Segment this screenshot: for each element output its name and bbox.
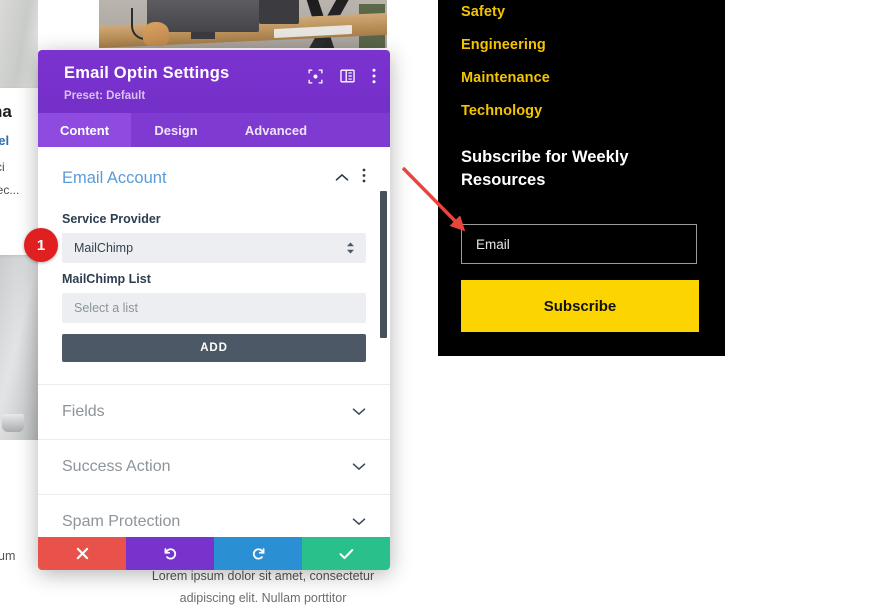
chevron-down-icon[interactable] — [352, 403, 366, 421]
section-fields[interactable]: Fields — [38, 384, 390, 439]
background-card-text-1: rci — [0, 160, 5, 174]
section-success-action-title: Success Action — [62, 458, 171, 475]
section-fields-title: Fields — [62, 403, 105, 420]
modal-body: Email Account Service Provider MailChimp… — [38, 147, 390, 570]
panel-scrollbar[interactable] — [380, 191, 387, 338]
menu-item-engineering[interactable]: Engineering — [461, 29, 701, 62]
modal-header: Email Optin Settings Preset: Default — [38, 50, 390, 113]
background-desk-photo — [99, 0, 387, 48]
modal-action-bar — [38, 537, 390, 570]
menu-item-technology[interactable]: Technology — [461, 95, 701, 128]
section-email-account-header[interactable]: Email Account — [62, 147, 366, 203]
select-stepper-icon — [346, 242, 355, 254]
subscribe-button[interactable]: Subscribe — [461, 280, 699, 332]
service-provider-select[interactable]: MailChimp — [62, 233, 366, 263]
section-email-account: Email Account Service Provider MailChimp… — [38, 147, 390, 362]
chevron-down-icon[interactable] — [352, 513, 366, 531]
email-optin-settings-modal: Email Optin Settings Preset: Default Con… — [38, 50, 390, 570]
tab-content[interactable]: Content — [38, 113, 131, 147]
mailchimp-list-label: MailChimp List — [62, 272, 151, 286]
mailchimp-list-input[interactable] — [62, 293, 366, 323]
tab-design[interactable]: Design — [131, 113, 221, 147]
section-title: Email Account — [62, 168, 167, 187]
modal-preset-selector[interactable]: Preset: Default — [64, 90, 145, 102]
lorem-line-2: adipiscing elit. Nullam porttitor — [179, 590, 347, 605]
service-provider-label: Service Provider — [62, 212, 161, 226]
background-card-text-2: nec... — [0, 183, 20, 197]
background-photo-left-bottom — [0, 255, 40, 440]
modal-tabs: Content Design Advanced — [38, 113, 390, 147]
step-badge-1: 1 — [24, 228, 58, 262]
widget-heading: Subscribe for Weekly Resources — [461, 148, 629, 189]
save-button[interactable] — [302, 537, 390, 570]
background-lorem-text: Lorem ipsum dolor sit amet, consectetur … — [113, 566, 413, 610]
cancel-button[interactable] — [38, 537, 126, 570]
background-card-heading: na — [0, 102, 12, 121]
menu-item-safety[interactable]: Safety — [461, 0, 701, 29]
background-card-link[interactable]: vel — [0, 133, 9, 148]
split-view-icon[interactable] — [340, 69, 355, 83]
add-button[interactable]: ADD — [62, 334, 366, 362]
service-provider-value: MailChimp — [74, 241, 134, 255]
more-options-icon[interactable] — [372, 68, 376, 84]
section-more-options-icon[interactable] — [362, 168, 366, 188]
widget-menu-list: Safety Engineering Maintenance Technolog… — [461, 0, 701, 128]
modal-header-icons — [308, 68, 376, 84]
section-success-action[interactable]: Success Action — [38, 439, 390, 494]
focus-view-icon[interactable] — [308, 68, 323, 84]
redo-button[interactable] — [214, 537, 302, 570]
section-spam-protection-title: Spam Protection — [62, 513, 181, 530]
chevron-up-icon[interactable] — [335, 169, 349, 187]
undo-button[interactable] — [126, 537, 214, 570]
background-edge-text: um — [0, 549, 16, 563]
chevron-down-icon[interactable] — [352, 458, 366, 476]
widget-bottom-strip — [438, 356, 724, 364]
modal-title: Email Optin Settings — [64, 64, 230, 82]
menu-item-maintenance[interactable]: Maintenance — [461, 62, 701, 95]
tab-advanced[interactable]: Advanced — [221, 113, 331, 147]
email-optin-widget: Safety Engineering Maintenance Technolog… — [438, 0, 725, 356]
email-input[interactable] — [461, 224, 697, 264]
